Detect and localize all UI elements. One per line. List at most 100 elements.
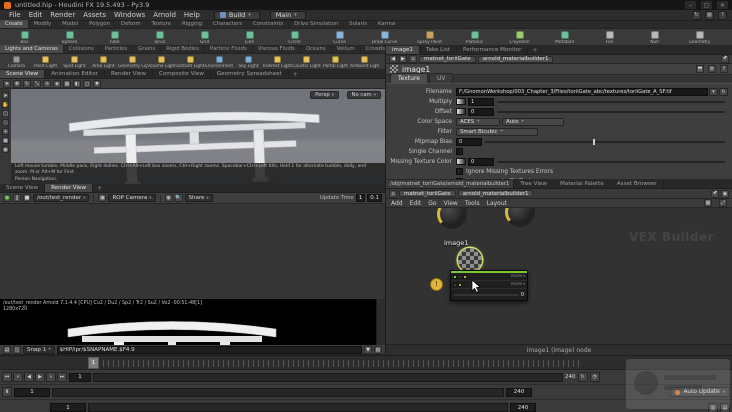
shelf-tool[interactable]: Distant Light <box>176 55 205 69</box>
shelf-tool[interactable]: Point Light <box>31 55 60 69</box>
breadcrumb-network[interactable]: matnet_toriiGate <box>399 190 456 197</box>
network-menu-item[interactable]: Tools <box>465 200 480 207</box>
pane-tab[interactable]: Take List <box>420 46 457 54</box>
missing-color-field[interactable]: 0 <box>468 157 494 166</box>
network-menu-item[interactable]: Layout <box>487 200 507 207</box>
update-time-field[interactable]: 1 <box>355 194 366 202</box>
camera-menu-button[interactable]: No cam <box>346 91 381 99</box>
network-path-tab[interactable]: /obj/matnet_toriiGate/arnold_materialbui… <box>386 180 515 188</box>
shelf-tool[interactable]: File <box>587 30 632 45</box>
pane-tab[interactable]: image1 <box>386 46 420 54</box>
jump-to-start-button[interactable]: ⏮ <box>2 372 12 382</box>
translate-tool-icon[interactable]: ✥ <box>13 79 21 88</box>
shelf-tab[interactable]: Lights and Cameras <box>0 45 64 53</box>
shelf-tab[interactable]: Modify <box>29 20 58 28</box>
offset-slider[interactable] <box>497 110 725 113</box>
shelf-tab[interactable]: Grains <box>133 45 162 53</box>
forward-arrow-icon[interactable]: ▶ <box>399 55 407 63</box>
shelf-tab[interactable]: Texture <box>147 20 177 28</box>
snapshot-icon[interactable]: ◉ <box>2 146 9 153</box>
rotate-tool-icon[interactable]: ↻ <box>23 79 31 88</box>
pan-tool-icon[interactable]: ✋ <box>2 101 9 108</box>
shelf-tool[interactable]: Metaball <box>542 30 587 45</box>
menu-item[interactable]: Edit <box>25 11 47 19</box>
menu-item[interactable]: Assets <box>79 11 110 19</box>
render-camera-selector[interactable]: ROP Camera <box>108 194 156 202</box>
menu-item[interactable]: Help <box>180 11 204 19</box>
ignore-missing-checkbox[interactable] <box>456 168 463 175</box>
play-backward-button[interactable]: ◀ <box>24 372 34 382</box>
shader-node[interactable] <box>505 208 535 227</box>
compare-icon[interactable]: ◫ <box>13 345 21 354</box>
shelf-tool[interactable]: Spray Paint <box>407 30 452 45</box>
pane-tab[interactable]: Performance Monitor <box>457 46 529 54</box>
parameter-tab[interactable]: Texture <box>390 73 428 83</box>
add-pane-tab-button[interactable]: + <box>289 71 302 78</box>
rop-selector[interactable]: /out/test_render <box>33 194 90 202</box>
shelf-tool[interactable]: Tube <box>92 30 137 45</box>
view-tool-icon[interactable]: ➤ <box>2 92 9 99</box>
shelf-tab[interactable]: Particle Fluids <box>205 45 253 53</box>
scene-viewport[interactable]: ➤ ✋ ▢ ◌ ✛ ▣ ◉ Persp No cam Left mouse tumble, … <box>0 89 385 184</box>
reload-texture-icon[interactable]: ↻ <box>719 87 728 96</box>
shelf-tool[interactable]: Volume Light <box>147 55 176 69</box>
folder-icon[interactable]: ▧ <box>374 345 382 354</box>
shelf-tool[interactable]: Torus <box>137 30 182 45</box>
show-handles-icon[interactable]: ✛ <box>2 128 9 135</box>
start-render-button[interactable]: ● <box>3 194 11 202</box>
pane-tab[interactable]: Asset Browser <box>611 180 664 188</box>
shelf-tool[interactable]: Environment Light <box>205 55 234 69</box>
global-end-field[interactable]: 240 <box>510 403 536 412</box>
snapshot-camera-icon[interactable]: ◉ <box>164 194 173 202</box>
breadcrumb-node[interactable]: arnold_materialbuilder1 <box>477 55 554 63</box>
lock-icon[interactable]: ⬒ <box>696 65 704 73</box>
shelf-tool[interactable]: Draw Curve <box>362 30 407 45</box>
offset-color-swatch[interactable] <box>456 108 466 115</box>
shelf-tab[interactable]: Rigid Bodies <box>161 45 206 53</box>
menu-item[interactable]: Render <box>46 11 79 19</box>
help-icon[interactable]: ? <box>718 10 727 20</box>
pane-tab[interactable]: Animation Editor <box>45 70 105 78</box>
file-chooser-icon[interactable]: ▾ <box>709 87 718 96</box>
save-snapshot-icon[interactable]: ▼ <box>364 345 372 354</box>
select-tool-icon[interactable]: ➤ <box>3 79 11 88</box>
missing-color-swatch[interactable] <box>456 158 466 165</box>
grid-snap-icon[interactable]: ▦ <box>704 199 712 207</box>
multiply-color-swatch[interactable] <box>456 98 466 105</box>
pane-tab[interactable]: Composite View <box>153 70 211 78</box>
input-chip[interactable] <box>463 274 467 279</box>
input-chip[interactable] <box>458 274 462 279</box>
add-pane-tab-button[interactable]: + <box>93 185 106 192</box>
shelf-tool[interactable]: Platonic <box>452 30 497 45</box>
breadcrumb-network[interactable]: matnet_toriiGate <box>419 55 476 63</box>
pane-tab[interactable]: Geometry Spreadsheet <box>211 70 289 78</box>
timeline-ruler[interactable]: 1 <box>0 356 732 370</box>
shelf-tool[interactable]: Box <box>2 30 47 45</box>
shelf-tool[interactable]: Camera <box>2 55 31 69</box>
shelf-tab[interactable]: Create <box>0 20 29 28</box>
shelf-tab[interactable]: Viscous Fluids <box>253 45 301 53</box>
pause-render-button[interactable]: ‖ <box>13 194 21 202</box>
offset-field[interactable]: 0 <box>468 107 494 116</box>
shelf-tab[interactable]: Characters <box>208 20 248 28</box>
shelf-tool[interactable]: Ambient Light <box>350 55 379 69</box>
network-menu-item[interactable]: Go <box>428 200 436 207</box>
missing-color-slider[interactable] <box>497 160 725 163</box>
shading-mode-icon[interactable]: ◐ <box>73 79 81 88</box>
current-frame-field[interactable]: 1 <box>69 372 91 382</box>
network-menu-item[interactable]: Edit <box>410 200 422 207</box>
multiply-field[interactable]: 1 <box>468 97 494 106</box>
shelf-tool[interactable]: Line <box>227 30 272 45</box>
node-parameter-popup[interactable]: more more 0 <box>450 270 528 301</box>
snapshot-list-icon[interactable]: ▤ <box>3 345 11 354</box>
pane-tab[interactable]: Scene View <box>0 70 46 78</box>
pane-tab[interactable]: Render View <box>105 70 153 78</box>
global-start-field[interactable]: 1 <box>50 403 86 412</box>
snap-icon[interactable]: ◈ <box>53 79 61 88</box>
previous-frame-button[interactable]: « <box>13 372 23 382</box>
display-options-icon[interactable]: ✹ <box>93 79 101 88</box>
home-icon[interactable]: ⌂ <box>409 55 417 63</box>
layout-icon[interactable]: ▦ <box>705 10 714 20</box>
scale-tool-icon[interactable]: ⤡ <box>33 79 41 88</box>
wireframe-icon[interactable]: ◻ <box>83 79 91 88</box>
